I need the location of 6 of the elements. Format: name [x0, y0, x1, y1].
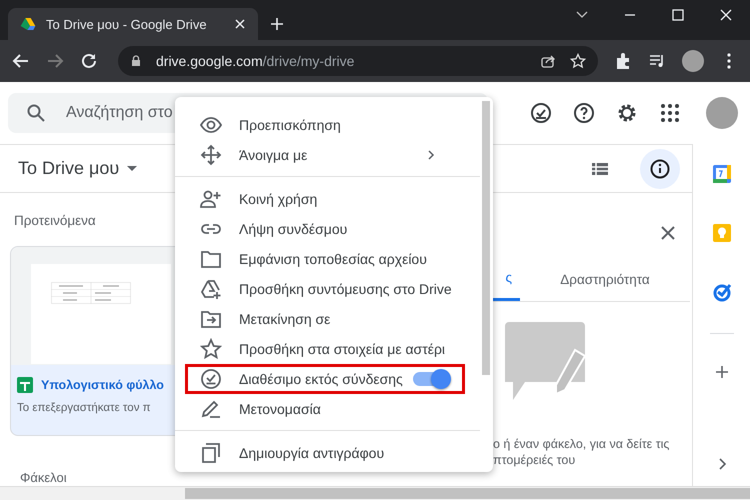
file-subtitle: Το επεξεργαστήκατε τον π	[17, 402, 152, 414]
details-hint: πτομέρειές του	[493, 452, 576, 468]
details-hint: ο ή έναν φάκελο, για να δείτε τις	[493, 436, 670, 452]
file-title: Υπολογιστικό φύλλο	[41, 378, 164, 392]
section-heading: Φάκελοι	[20, 470, 67, 485]
section-heading: Προτεινόμενα	[14, 213, 96, 228]
